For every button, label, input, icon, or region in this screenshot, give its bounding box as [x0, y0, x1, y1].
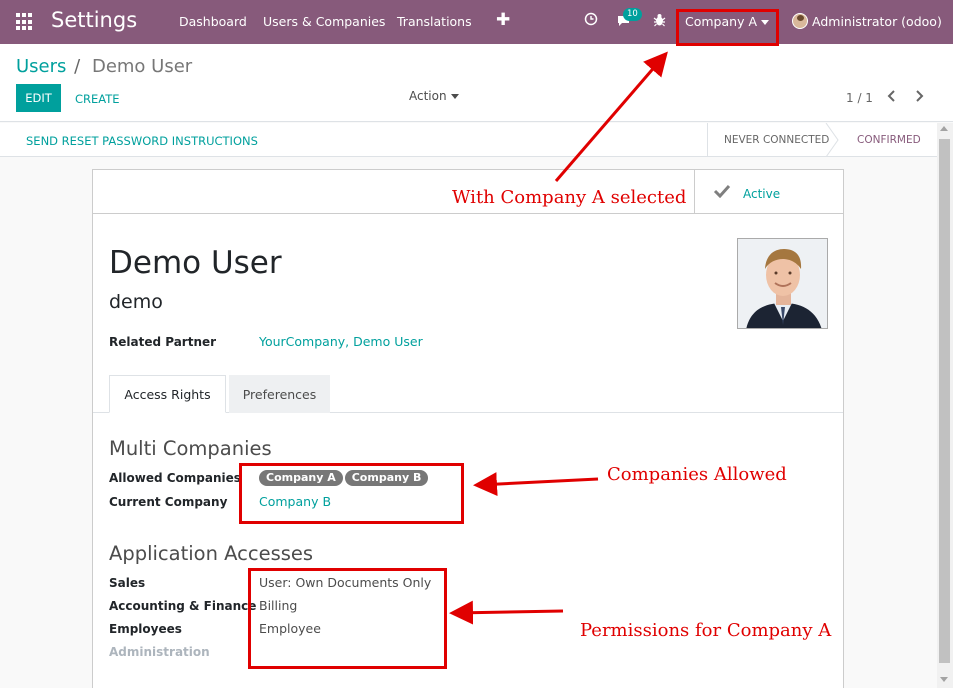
create-button[interactable]: CREATE — [75, 92, 120, 106]
annotation-permissions: Permissions for Company A — [580, 620, 832, 641]
top-navbar: Settings Dashboard Users & Companies Tra… — [0, 0, 953, 44]
scroll-down-icon[interactable] — [940, 677, 948, 682]
access-label-sales: Sales — [109, 576, 146, 590]
annotation-companies-allowed: Companies Allowed — [607, 464, 787, 485]
access-label-employees: Employees — [109, 622, 182, 636]
send-reset-password-button[interactable]: SEND RESET PASSWORD INSTRUCTIONS — [26, 134, 258, 148]
edit-button[interactable]: EDIT — [16, 84, 61, 112]
related-partner-label: Related Partner — [109, 335, 217, 349]
plus-icon[interactable]: ✚ — [496, 10, 510, 30]
clock-icon[interactable] — [584, 12, 598, 30]
scroll-up-icon[interactable] — [940, 126, 948, 131]
allowed-companies-label: Allowed Companies — [109, 471, 241, 485]
menu-users-companies[interactable]: Users & Companies — [263, 14, 385, 29]
active-label: Active — [743, 187, 781, 201]
user-menu[interactable]: Administrator (odoo) — [812, 14, 942, 29]
related-partner-link[interactable]: YourCompany, Demo User — [259, 334, 423, 349]
scrollbar-thumb[interactable] — [939, 139, 950, 663]
check-icon — [713, 183, 731, 203]
action-dropdown-label: Action — [409, 89, 447, 103]
chevron-down-icon — [450, 94, 459, 99]
form-sheet: Active Demo User demo Related Partner Yo… — [92, 169, 844, 688]
section-multi-companies: Multi Companies — [109, 437, 272, 460]
breadcrumb-separator: / — [74, 56, 81, 77]
user-photo[interactable] — [737, 238, 828, 329]
breadcrumb-users-link[interactable]: Users — [16, 56, 66, 77]
menu-dashboard[interactable]: Dashboard — [179, 14, 247, 29]
pager-value[interactable]: 1 / 1 — [846, 91, 873, 105]
menu-translations[interactable]: Translations — [397, 14, 472, 29]
control-panel: Users / Demo User EDIT CREATE Action 1 /… — [0, 44, 953, 122]
pager-previous-icon[interactable] — [887, 88, 897, 107]
current-company-label: Current Company — [109, 495, 228, 509]
tab-access-rights[interactable]: Access Rights — [109, 375, 226, 413]
section-application-accesses: Application Accesses — [109, 542, 314, 565]
highlight-allowed-companies — [239, 463, 464, 524]
apps-grid-icon[interactable] — [16, 13, 34, 31]
highlight-company-switcher — [676, 9, 779, 46]
bug-icon[interactable] — [653, 13, 666, 31]
form-statusbar: SEND RESET PASSWORD INSTRUCTIONS NEVER C… — [0, 123, 937, 157]
user-name-title: Demo User — [109, 245, 282, 281]
access-label-administration: Administration — [109, 645, 210, 659]
breadcrumb-current: Demo User — [91, 56, 193, 77]
avatar[interactable] — [792, 13, 808, 29]
stage-confirmed: CONFIRMED — [857, 134, 921, 146]
tab-preferences[interactable]: Preferences — [229, 375, 330, 413]
annotation-company-selected: With Company A selected — [452, 187, 687, 208]
app-title: Settings — [51, 8, 138, 32]
breadcrumb: Users / Demo User — [16, 56, 192, 77]
access-label-accounting: Accounting & Finance — [109, 599, 257, 613]
divider — [93, 213, 843, 214]
action-dropdown[interactable]: Action — [409, 89, 459, 103]
user-login: demo — [109, 291, 163, 313]
highlight-permissions — [248, 568, 447, 669]
active-toggle-button[interactable]: Active — [694, 170, 843, 213]
pager-next-icon[interactable] — [914, 88, 924, 107]
messages-badge: 10 — [623, 8, 642, 21]
